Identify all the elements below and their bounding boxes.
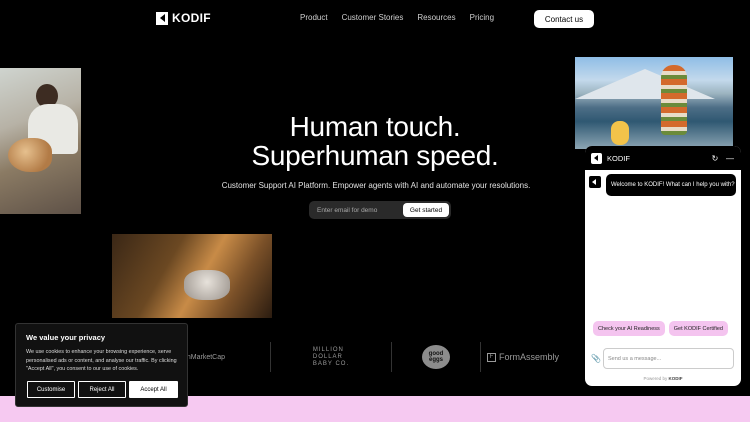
mountain-shape — [575, 69, 715, 99]
contact-us-button[interactable]: Contact us — [534, 10, 594, 28]
hero-photo-parent-with-child — [112, 234, 272, 318]
logo-mdb-line1: MILLION — [312, 346, 344, 353]
demo-email-form: Get started — [309, 201, 451, 219]
nav-item-product[interactable]: Product — [300, 13, 328, 22]
chat-title: KODIF — [607, 153, 630, 163]
logo-mdb-line3: BABY CO. — [312, 360, 350, 367]
good-eggs-badge: good eggs — [422, 345, 450, 369]
hero-title-line1: Human touch. — [289, 111, 461, 142]
kodif-logo[interactable]: KODIF — [156, 11, 211, 25]
customise-button[interactable]: Customise — [27, 381, 75, 398]
chat-message-input[interactable] — [608, 349, 733, 368]
chat-header: KODIF ↻ — — [585, 146, 741, 170]
cookie-consent-banner: We value your privacy We use cookies to … — [15, 323, 188, 407]
powered-by-brand: KODIF — [668, 376, 683, 381]
nav-item-customer-stories[interactable]: Customer Stories — [342, 13, 404, 22]
formassembly-mark-icon: F — [486, 352, 496, 362]
kodif-logo-mark-icon — [156, 11, 168, 25]
paperclip-icon[interactable]: 📎 — [591, 354, 601, 363]
chat-message-field — [603, 348, 734, 369]
suggestion-chips: Check your AI Readiness Get KODIF Certif… — [593, 321, 728, 336]
get-started-button[interactable]: Get started — [403, 203, 449, 217]
nav-item-resources[interactable]: Resources — [417, 13, 455, 22]
refresh-icon[interactable]: ↻ — [710, 154, 720, 163]
chat-logo-icon — [591, 152, 602, 164]
logo-text: KODIF — [172, 11, 211, 25]
minimize-icon[interactable]: — — [725, 154, 735, 163]
cookie-title: We value your privacy — [26, 333, 106, 342]
demo-email-input[interactable] — [317, 206, 403, 214]
reject-all-button[interactable]: Reject All — [78, 381, 126, 398]
powered-by: Powered by KODIF — [585, 376, 741, 381]
chat-widget: KODIF ↻ — Welcome to KODIF! What can I h… — [585, 146, 741, 386]
formassembly-text: FormAssembly — [498, 352, 559, 362]
main-nav: Product Customer Stories Resources Prici… — [300, 13, 494, 22]
chip-check-ai-readiness[interactable]: Check your AI Readiness — [593, 321, 665, 336]
accept-all-button[interactable]: Accept All — [129, 381, 178, 398]
logo-formassembly: F FormAssembly — [481, 341, 565, 373]
bot-welcome-message: Welcome to KODIF! What can I help you wi… — [606, 174, 736, 196]
bot-avatar-icon — [589, 176, 601, 188]
logo-mdb-line2: DOLLAR — [312, 353, 343, 360]
cookie-text: We use cookies to enhance your browsing … — [26, 349, 177, 372]
powered-by-prefix: Powered by — [643, 376, 668, 381]
logo-good-eggs: good eggs — [392, 341, 480, 373]
chip-get-certified[interactable]: Get KODIF Certified — [668, 321, 728, 336]
customer-logos-strip: ainMarketCap MILLION DOLLAR BABY CO. goo… — [150, 341, 565, 373]
child-shape — [184, 270, 230, 300]
nav-item-pricing[interactable]: Pricing — [470, 13, 494, 22]
logo-million-dollar-baby: MILLION DOLLAR BABY CO. — [271, 341, 391, 373]
cookie-buttons: Customise Reject All Accept All — [27, 381, 178, 398]
